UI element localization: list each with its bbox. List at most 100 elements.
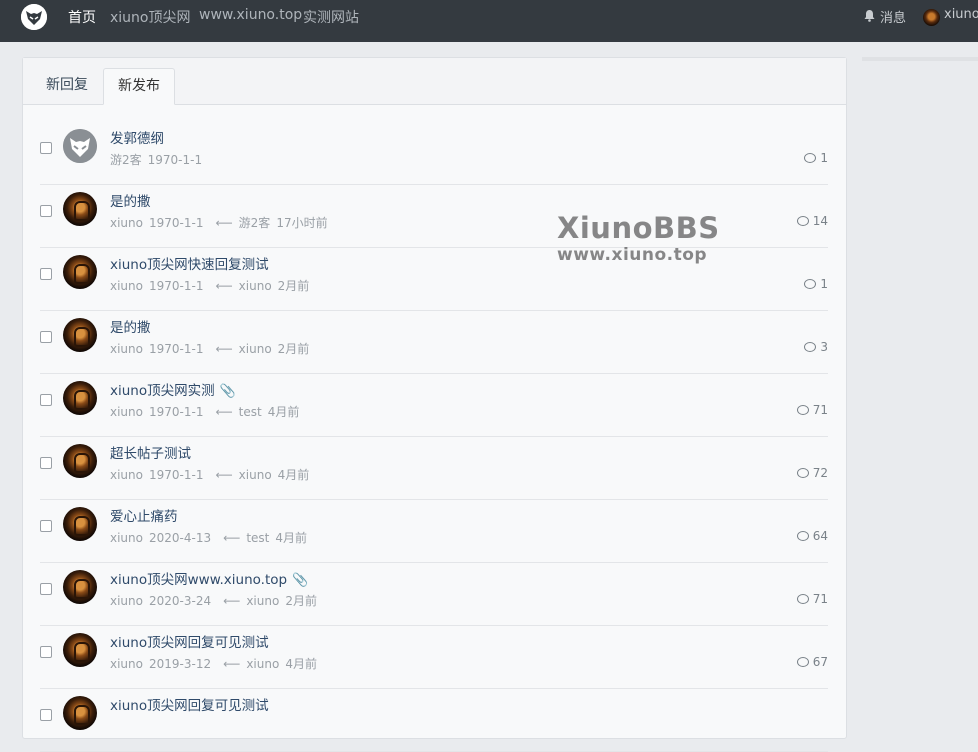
thread-row[interactable]: 发郭德纲游2客 1970-1-1 1 [40,121,828,185]
reply-count-value: 1 [820,277,828,291]
thread-subject[interactable]: 是的撒 [110,316,151,336]
nav-link-xiuno[interactable]: xiuno顶尖网 [110,7,191,27]
thread-subject[interactable]: xiuno顶尖网回复可见测试 [110,631,269,651]
thread-subject-text[interactable]: 是的撒 [110,194,151,210]
thread-row[interactable]: xiuno顶尖网实测 📎 xiuno 1970-1-1 ⟵ test 4月前 71 [40,373,828,437]
top-navbar: 首页 xiuno顶尖网 www.xiuno.top 实测网站 消息 xiuno [0,0,978,42]
thread-subject[interactable]: 发郭德纲 [110,127,164,147]
author-avatar[interactable] [63,192,97,226]
comment-icon [796,531,809,541]
last-reply-user[interactable]: xiuno [239,342,272,356]
thread-author[interactable]: xiuno [110,531,143,545]
thread-checkbox[interactable] [40,583,52,595]
thread-checkbox[interactable] [40,520,52,532]
reply-count: 1 [804,277,828,291]
comment-icon [804,342,817,352]
author-avatar[interactable] [63,318,97,352]
last-reply-time: 2月前 [277,342,310,356]
last-reply-user[interactable]: xiuno [246,657,279,671]
thread-author[interactable]: 游2客 [110,153,142,167]
thread-subject-text[interactable]: xiuno顶尖网回复可见测试 [110,698,269,714]
thread-subject[interactable]: 爱心止痛药 [110,505,178,525]
thread-subject-text[interactable]: 发郭德纲 [110,131,164,147]
thread-row[interactable]: xiuno顶尖网回复可见测试 xiuno 2019-3-12 ⟵ xiuno 4月前 67 [40,625,828,689]
thread-author[interactable]: xiuno [110,342,143,356]
nav-link-website[interactable]: www.xiuno.top [199,7,302,23]
thread-subject-text[interactable]: xiuno顶尖网快速回复测试 [110,257,269,273]
thread-row[interactable]: 是的撒 xiuno 1970-1-1 ⟵ xiuno 2月前 3 [40,310,828,374]
author-avatar[interactable] [63,507,97,541]
thread-checkbox[interactable] [40,268,52,280]
comment-icon [796,216,809,226]
nav-link-home[interactable]: 首页 [68,7,96,27]
username-link[interactable]: xiuno [944,7,978,22]
last-reply-user[interactable]: 游2客 [239,216,271,230]
thread-row[interactable]: xiuno顶尖网回复可见测试 [40,688,828,752]
thread-checkbox[interactable] [40,394,52,406]
thread-meta: xiuno 1970-1-1 ⟵ xiuno 2月前 [110,340,315,357]
thread-date: 1970-1-1 [149,279,204,293]
thread-meta: xiuno 2020-3-24 ⟵ xiuno 2月前 [110,592,323,609]
thread-checkbox[interactable] [40,646,52,658]
thread-meta: 游2客 1970-1-1 [110,151,208,168]
thread-author[interactable]: xiuno [110,594,143,608]
thread-subject[interactable]: xiuno顶尖网实测 📎 [110,379,236,399]
thread-subject-text[interactable]: xiuno顶尖网www.xiuno.top [110,572,287,588]
last-reply-time: 17小时前 [276,216,328,230]
reply-count-value: 3 [820,340,828,354]
reply-count-value: 14 [812,214,828,228]
thread-date: 2019-3-12 [149,657,212,671]
site-logo-icon[interactable] [21,4,47,30]
left-arrow-icon: ⟵ [215,342,233,356]
thread-subject-text[interactable]: 是的撒 [110,320,151,336]
author-avatar[interactable] [63,381,97,415]
last-reply-time: 4月前 [285,657,317,671]
thread-subject[interactable]: xiuno顶尖网回复可见测试 [110,694,269,714]
thread-subject[interactable]: 是的撒 [110,190,151,210]
author-avatar[interactable] [63,255,97,289]
thread-subject-text[interactable]: xiuno顶尖网回复可见测试 [110,635,269,651]
thread-row[interactable]: 爱心止痛药 xiuno 2020-4-13 ⟵ test 4月前 64 [40,499,828,563]
thread-row[interactable]: 超长帖子测试 xiuno 1970-1-1 ⟵ xiuno 4月前 72 [40,436,828,500]
messages-link[interactable]: 消息 [880,7,906,26]
thread-list-card: 新回复 新发布 发郭德纲游2客 1970-1-1 1 是的撒 xiuno 1970-1-1… [22,57,847,752]
watermark: XiunoBBS www.xiuno.top [557,214,720,264]
last-reply-user[interactable]: xiuno [246,594,279,608]
thread-subject[interactable]: xiuno顶尖网www.xiuno.top 📎 [110,568,308,588]
thread-checkbox[interactable] [40,457,52,469]
thread-author[interactable]: xiuno [110,468,143,482]
thread-subject[interactable]: 超长帖子测试 [110,442,191,462]
reply-count: 67 [796,655,828,669]
thread-meta: xiuno 1970-1-1 ⟵ 游2客 17小时前 [110,214,334,231]
thread-author[interactable]: xiuno [110,657,143,671]
author-avatar[interactable] [63,696,97,730]
thread-checkbox[interactable] [40,709,52,721]
bell-icon[interactable] [863,9,876,22]
thread-subject[interactable]: xiuno顶尖网快速回复测试 [110,253,269,273]
last-reply-user[interactable]: test [239,405,262,419]
author-avatar[interactable] [63,633,97,667]
author-avatar[interactable] [63,570,97,604]
thread-subject-text[interactable]: 爱心止痛药 [110,509,178,525]
author-avatar[interactable] [63,444,97,478]
last-reply-user[interactable]: xiuno [239,279,272,293]
author-avatar[interactable] [63,129,97,163]
reply-count: 1 [804,151,828,165]
tab-new-replies[interactable]: 新回复 [32,68,102,103]
thread-author[interactable]: xiuno [110,216,143,230]
thread-subject-text[interactable]: xiuno顶尖网实测 [110,383,215,399]
thread-subject-text[interactable]: 超长帖子测试 [110,446,191,462]
thread-row[interactable]: xiuno顶尖网www.xiuno.top 📎 xiuno 2020-3-24 ⟵ xiu… [40,562,828,626]
thread-author[interactable]: xiuno [110,405,143,419]
nav-link-test-site[interactable]: 实测网站 [303,7,359,27]
user-avatar[interactable] [923,9,940,26]
thread-author[interactable]: xiuno [110,279,143,293]
left-arrow-icon: ⟵ [215,216,233,230]
thread-meta: xiuno 1970-1-1 ⟵ xiuno 2月前 [110,277,315,294]
last-reply-user[interactable]: xiuno [239,468,272,482]
thread-checkbox[interactable] [40,331,52,343]
last-reply-user[interactable]: test [246,531,269,545]
thread-checkbox[interactable] [40,205,52,217]
tab-new-posts[interactable]: 新发布 [103,68,175,105]
thread-checkbox[interactable] [40,142,52,154]
